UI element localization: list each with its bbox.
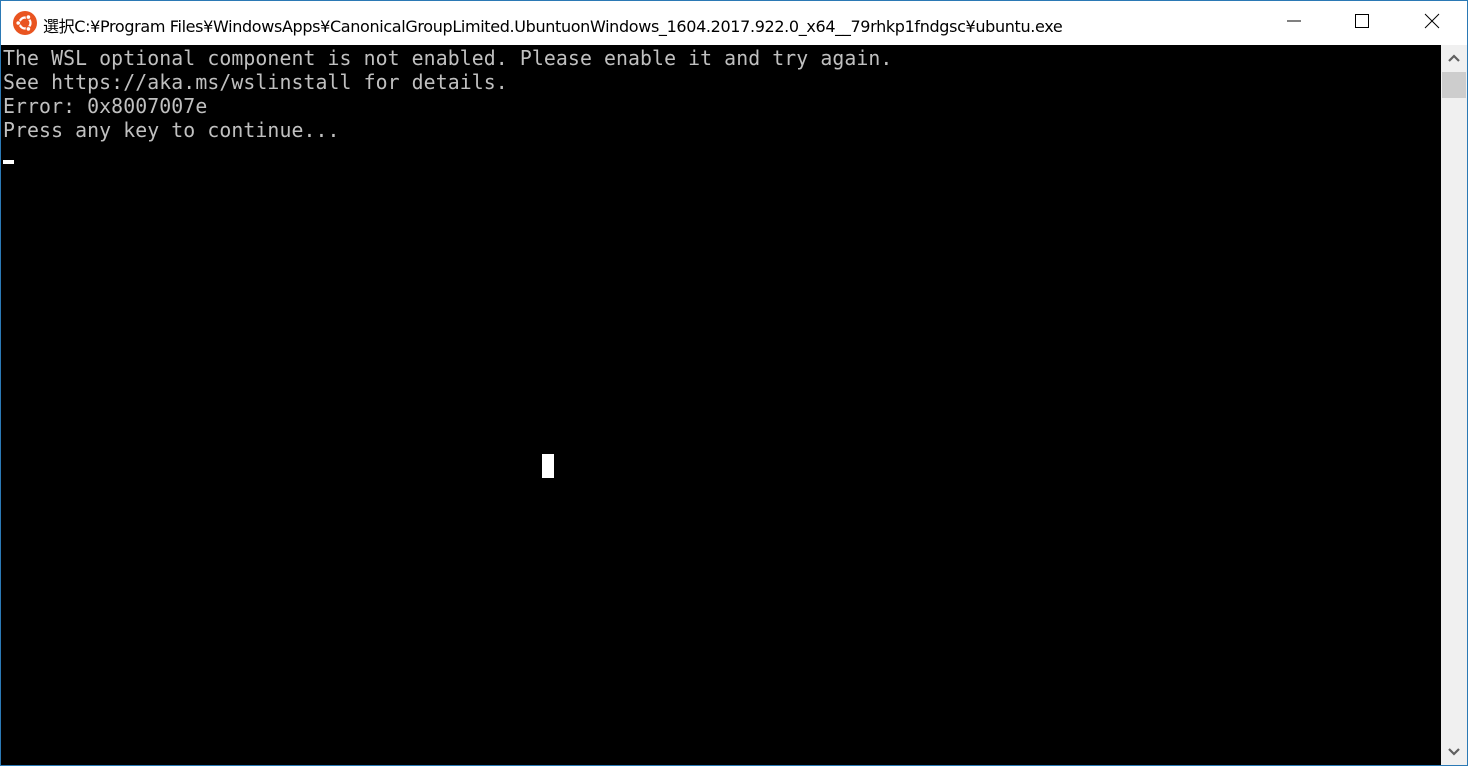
maximize-button[interactable] bbox=[1339, 1, 1385, 45]
scroll-up-button[interactable] bbox=[1441, 45, 1467, 71]
chevron-up-icon bbox=[1448, 49, 1460, 67]
console-line: The WSL optional component is not enable… bbox=[3, 46, 893, 70]
console-line: See https://aka.ms/wslinstall for detail… bbox=[3, 70, 508, 94]
scroll-down-button[interactable] bbox=[1441, 739, 1467, 765]
minimize-button[interactable] bbox=[1271, 1, 1317, 45]
close-icon bbox=[1424, 13, 1440, 34]
ubuntu-logo-icon[interactable] bbox=[13, 11, 37, 35]
scroll-thumb[interactable] bbox=[1442, 72, 1466, 98]
console-line: Error: 0x8007007e bbox=[3, 94, 208, 118]
minimize-icon bbox=[1286, 13, 1302, 34]
mouse-ibeam-cursor bbox=[542, 454, 554, 478]
title-bar[interactable]: 選択C:¥Program Files¥WindowsApps¥Canonical… bbox=[1, 1, 1467, 45]
maximize-icon bbox=[1354, 13, 1370, 34]
text-cursor bbox=[3, 160, 14, 164]
window-title: 選択C:¥Program Files¥WindowsApps¥Canonical… bbox=[43, 17, 1063, 36]
close-button[interactable] bbox=[1409, 1, 1455, 45]
chevron-down-icon bbox=[1448, 743, 1460, 761]
console-window: 選択C:¥Program Files¥WindowsApps¥Canonical… bbox=[0, 0, 1468, 766]
console-output[interactable]: The WSL optional component is not enable… bbox=[1, 45, 1441, 765]
console-line: Press any key to continue... bbox=[3, 118, 340, 142]
vertical-scrollbar[interactable] bbox=[1441, 45, 1467, 765]
